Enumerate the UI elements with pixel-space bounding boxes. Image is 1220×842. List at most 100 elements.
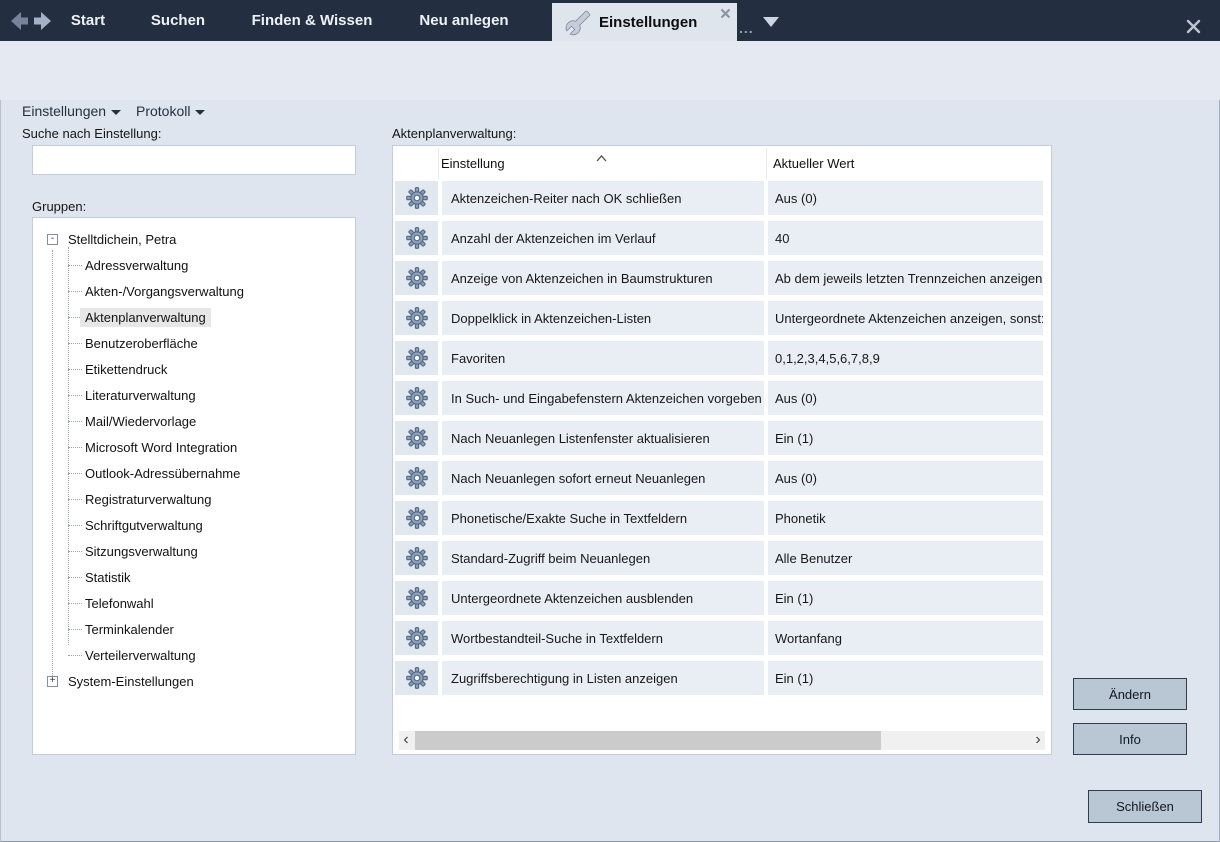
tree-item[interactable]: Benutzeroberfläche xyxy=(68,330,355,356)
gear-icon xyxy=(406,187,428,209)
setting-name: Doppelklick in Aktenzeichen-Listen xyxy=(442,301,764,335)
info-button[interactable]: Info xyxy=(1073,723,1187,755)
table-title: Aktenplanverwaltung: xyxy=(392,126,516,141)
table-row[interactable]: Standard-Zugriff beim Neuanlegen Alle Be… xyxy=(395,541,1043,575)
tree-item-label: Schriftgutverwaltung xyxy=(80,516,208,535)
tree-item[interactable]: Microsoft Word Integration xyxy=(68,434,355,460)
table-row[interactable]: In Such- und Eingabefenstern Aktenzeiche… xyxy=(395,381,1043,415)
settings-rows: Aktenzeichen-Reiter nach OK schließen Au… xyxy=(395,181,1043,701)
tree-item[interactable]: Outlook-Adressübernahme xyxy=(68,460,355,486)
settings-table-panel: Einstellung Aktueller Wert xyxy=(392,145,1052,755)
column-header-einstellung[interactable]: Einstellung xyxy=(441,156,505,171)
tree-root-system[interactable]: + System-Einstellungen xyxy=(47,668,355,694)
tree-item-label: Aktenplanverwaltung xyxy=(80,308,211,327)
tree-root-user[interactable]: - Stelltdichein, Petra xyxy=(47,226,355,252)
menu-einstellungen[interactable]: Einstellungen xyxy=(22,101,121,121)
window-close-icon[interactable] xyxy=(1186,19,1201,34)
expand-icon[interactable]: + xyxy=(47,676,58,687)
table-row[interactable]: Zugriffsberechtigung in Listen anzeigen … xyxy=(395,661,1043,695)
tab-start[interactable]: Start xyxy=(55,0,121,41)
tree-item[interactable]: Akten-/Vorgangsverwaltung xyxy=(68,278,355,304)
gear-icon xyxy=(406,267,428,289)
tab-neu-anlegen[interactable]: Neu anlegen xyxy=(404,0,524,41)
history-nav-arrows[interactable] xyxy=(9,11,53,36)
tree-item[interactable]: Registraturverwaltung xyxy=(68,486,355,512)
setting-icon-cell xyxy=(395,661,438,695)
column-header-aktueller-wert[interactable]: Aktueller Wert xyxy=(773,156,854,171)
tab-close-icon[interactable] xyxy=(720,6,732,18)
tab-suchen[interactable]: Suchen xyxy=(136,0,220,41)
gear-icon xyxy=(406,307,428,329)
tree-item[interactable]: Schriftgutverwaltung xyxy=(68,512,355,538)
search-input[interactable] xyxy=(32,145,356,175)
tab-list-dropdown-icon[interactable] xyxy=(763,17,779,27)
tree-item[interactable]: Literaturverwaltung xyxy=(68,382,355,408)
gear-icon xyxy=(406,387,428,409)
scroll-left-icon[interactable]: ‹ xyxy=(399,731,413,750)
collapse-icon[interactable]: - xyxy=(47,234,58,245)
table-row[interactable]: Aktenzeichen-Reiter nach OK schließen Au… xyxy=(395,181,1043,215)
tree-item[interactable]: Mail/Wiedervorlage xyxy=(68,408,355,434)
setting-name: In Such- und Eingabefenstern Aktenzeiche… xyxy=(442,381,764,415)
gear-icon xyxy=(406,227,428,249)
setting-icon-cell xyxy=(395,181,438,215)
tree-item[interactable]: Aktenplanverwaltung xyxy=(68,304,355,330)
table-row[interactable]: Favoriten 0,1,2,3,4,5,6,7,8,9 xyxy=(395,341,1043,375)
tree-item[interactable]: Statistik xyxy=(68,564,355,590)
menu-protokoll[interactable]: Protokoll xyxy=(136,101,205,121)
gear-icon xyxy=(406,467,428,489)
tab-overflow-dots[interactable]: ... xyxy=(739,20,754,36)
setting-value: Aus (0) xyxy=(768,181,1043,215)
chevron-down-icon xyxy=(195,110,205,115)
tree-children: Adressverwaltung Akten-/Vorgangsverwaltu… xyxy=(68,252,355,668)
groups-tree-panel: - Stelltdichein, Petra Adressverwaltung … xyxy=(32,217,356,755)
setting-value: Phonetik xyxy=(768,501,1043,535)
scroll-right-icon[interactable]: › xyxy=(1031,731,1045,750)
tree-item-label: Microsoft Word Integration xyxy=(80,438,242,457)
tree-item-label: Statistik xyxy=(80,568,136,587)
menubar: Einstellungen Protokoll xyxy=(0,41,1220,100)
table-row[interactable]: Nach Neuanlegen sofort erneut Neuanlegen… xyxy=(395,461,1043,495)
tree-item[interactable]: Sitzungsverwaltung xyxy=(68,538,355,564)
setting-name: Untergeordnete Aktenzeichen ausblenden xyxy=(442,581,764,615)
setting-icon-cell xyxy=(395,541,438,575)
table-row[interactable]: Untergeordnete Aktenzeichen ausblenden E… xyxy=(395,581,1043,615)
horizontal-scrollbar[interactable]: ‹ › xyxy=(399,731,1045,750)
search-label: Suche nach Einstellung: xyxy=(22,126,161,141)
table-row[interactable]: Doppelklick in Aktenzeichen-Listen Unter… xyxy=(395,301,1043,335)
table-row[interactable]: Anzahl der Aktenzeichen im Verlauf 40 xyxy=(395,221,1043,255)
table-row[interactable]: Wortbestandteil-Suche in Textfeldern Wor… xyxy=(395,621,1043,655)
tab-finden-wissen[interactable]: Finden & Wissen xyxy=(228,0,396,41)
setting-name: Wortbestandteil-Suche in Textfeldern xyxy=(442,621,764,655)
setting-icon-cell xyxy=(395,381,438,415)
tree-item[interactable]: Terminkalender xyxy=(68,616,355,642)
tree-item[interactable]: Adressverwaltung xyxy=(68,252,355,278)
schliessen-button[interactable]: Schließen xyxy=(1088,790,1202,823)
tree-item-label: Akten-/Vorgangsverwaltung xyxy=(80,282,249,301)
tree-system-label: System-Einstellungen xyxy=(63,672,199,691)
setting-name: Favoriten xyxy=(442,341,764,375)
aendern-button[interactable]: Ändern xyxy=(1073,678,1187,710)
scrollbar-thumb[interactable] xyxy=(415,731,881,750)
tree-item[interactable]: Verteilerverwaltung xyxy=(68,642,355,668)
menu-protokoll-label: Protokoll xyxy=(136,103,190,119)
setting-icon-cell xyxy=(395,261,438,295)
tree-connector-line xyxy=(52,250,53,680)
tree-item-label: Registraturverwaltung xyxy=(80,490,216,509)
setting-icon-cell xyxy=(395,621,438,655)
table-row[interactable]: Anzeige von Aktenzeichen in Baumstruktur… xyxy=(395,261,1043,295)
tree-item[interactable]: Telefonwahl xyxy=(68,590,355,616)
setting-name: Nach Neuanlegen Listenfenster aktualisie… xyxy=(442,421,764,455)
table-row[interactable]: Phonetische/Exakte Suche in Textfeldern … xyxy=(395,501,1043,535)
setting-value: Alle Benutzer xyxy=(768,541,1043,575)
settings-window: Start Suchen Finden & Wissen Neu anlegen… xyxy=(0,0,1220,842)
setting-icon-cell xyxy=(395,421,438,455)
chevron-down-icon xyxy=(111,110,121,115)
setting-name: Nach Neuanlegen sofort erneut Neuanlegen xyxy=(442,461,764,495)
active-tab-label: Einstellungen xyxy=(599,3,697,43)
tree-item[interactable]: Etikettendruck xyxy=(68,356,355,382)
table-row[interactable]: Nach Neuanlegen Listenfenster aktualisie… xyxy=(395,421,1043,455)
setting-value: Wortanfang xyxy=(768,621,1043,655)
tab-einstellungen-active[interactable]: Einstellungen xyxy=(552,3,737,41)
header-separator xyxy=(438,148,439,179)
